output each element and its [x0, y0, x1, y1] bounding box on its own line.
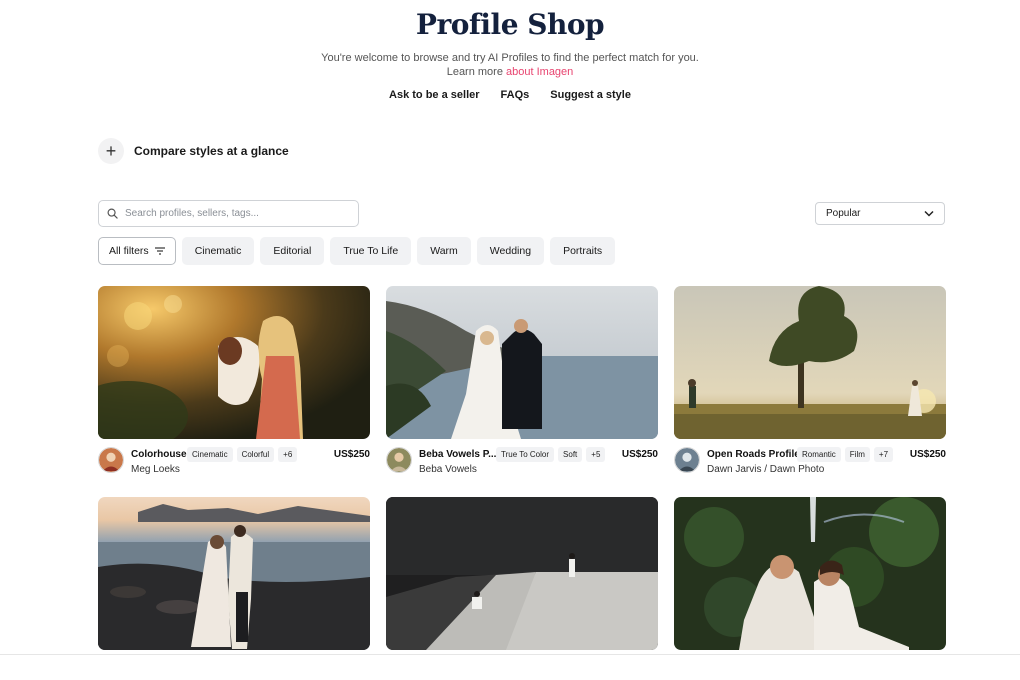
filter-lines-icon — [154, 247, 165, 255]
profile-tags: True To Color Soft +5 — [496, 447, 606, 462]
page-title: Profile Shop — [415, 8, 605, 41]
profile-tags: Romantic Film +7 — [797, 447, 894, 462]
profile-image[interactable] — [98, 497, 370, 650]
profile-image[interactable] — [674, 286, 946, 439]
profile-price: US$250 — [909, 449, 946, 460]
profile-meta: Beba Vowels P... True To Color Soft +5 U… — [386, 447, 658, 477]
page-subtitle: You're welcome to browse and try AI Prof… — [321, 52, 699, 64]
profile-tag[interactable]: Romantic — [797, 447, 841, 462]
avatar[interactable] — [674, 447, 700, 473]
profile-price: US$250 — [333, 449, 370, 460]
profile-card[interactable] — [98, 497, 370, 650]
profile-tag[interactable]: Film — [844, 447, 870, 462]
profile-image[interactable] — [98, 286, 370, 439]
header-nav: Ask to be a seller FAQs Suggest a style — [0, 89, 1020, 101]
search-icon — [107, 208, 118, 219]
profile-card[interactable]: Beba Vowels P... True To Color Soft +5 U… — [386, 286, 658, 475]
sort-selected: Popular — [826, 208, 861, 219]
profile-tag[interactable]: Cinematic — [187, 447, 233, 462]
filter-chip-wedding[interactable]: Wedding — [476, 237, 545, 265]
seller-name[interactable]: Beba Vowels — [419, 464, 477, 475]
chevron-down-icon — [924, 210, 934, 217]
profile-name[interactable]: Beba Vowels P... — [419, 449, 496, 460]
profile-name[interactable]: Colorhouse — [131, 449, 187, 460]
filter-chip-portraits[interactable]: Portraits — [550, 237, 616, 265]
profile-card[interactable] — [386, 497, 658, 650]
profile-tag[interactable]: Colorful — [236, 447, 275, 462]
profile-card[interactable]: Open Roads Profile Romantic Film +7 US$2… — [674, 286, 946, 475]
compare-styles-toggle[interactable]: + Compare styles at a glance — [98, 138, 289, 164]
filter-chip-editorial[interactable]: Editorial — [260, 237, 325, 265]
sort-select[interactable]: Popular — [815, 202, 945, 225]
profile-tag-more[interactable]: +7 — [873, 447, 894, 462]
nav-ask-seller[interactable]: Ask to be a seller — [389, 89, 480, 101]
learn-more-text: Learn more about Imagen — [0, 65, 1020, 79]
plus-icon: + — [98, 138, 124, 164]
filter-chip-true-to-life[interactable]: True To Life — [330, 237, 412, 265]
profile-tag-more[interactable]: +5 — [586, 447, 606, 462]
profile-price: US$250 — [621, 449, 658, 460]
filter-bar: All filters Cinematic Editorial True To … — [98, 237, 616, 265]
avatar[interactable] — [386, 447, 412, 473]
search-box[interactable] — [98, 200, 359, 227]
profile-tags: Cinematic Colorful +6 — [187, 447, 298, 462]
filter-chip-cinematic[interactable]: Cinematic — [181, 237, 255, 265]
seller-name[interactable]: Dawn Jarvis / Dawn Photo — [707, 464, 824, 475]
profile-meta: Open Roads Profile Romantic Film +7 US$2… — [674, 447, 946, 477]
nav-suggest-style[interactable]: Suggest a style — [550, 89, 631, 101]
page-bottom-divider — [0, 654, 1020, 655]
all-filters-button[interactable]: All filters — [98, 237, 176, 265]
about-imagen-link[interactable]: about Imagen — [506, 66, 573, 78]
nav-faqs[interactable]: FAQs — [501, 89, 530, 101]
profile-image[interactable] — [386, 497, 658, 650]
profile-meta: Colorhouse Cinematic Colorful +6 US$250 … — [98, 447, 370, 477]
profile-image[interactable] — [386, 286, 658, 439]
profile-image[interactable] — [674, 497, 946, 650]
compare-styles-label: Compare styles at a glance — [134, 144, 289, 158]
profile-card[interactable]: Colorhouse Cinematic Colorful +6 US$250 … — [98, 286, 370, 475]
seller-name[interactable]: Meg Loeks — [131, 464, 180, 475]
learn-more-prefix: Learn more — [446, 66, 507, 78]
profile-tag[interactable]: True To Color — [496, 447, 555, 462]
filter-chip-warm[interactable]: Warm — [417, 237, 471, 265]
profile-card[interactable] — [674, 497, 946, 650]
profile-tag-more[interactable]: +6 — [278, 447, 298, 462]
profile-tag[interactable]: Soft — [558, 447, 583, 462]
search-input[interactable] — [125, 208, 345, 219]
avatar[interactable] — [98, 447, 124, 473]
profile-name[interactable]: Open Roads Profile — [707, 449, 800, 460]
all-filters-label: All filters — [109, 245, 149, 257]
